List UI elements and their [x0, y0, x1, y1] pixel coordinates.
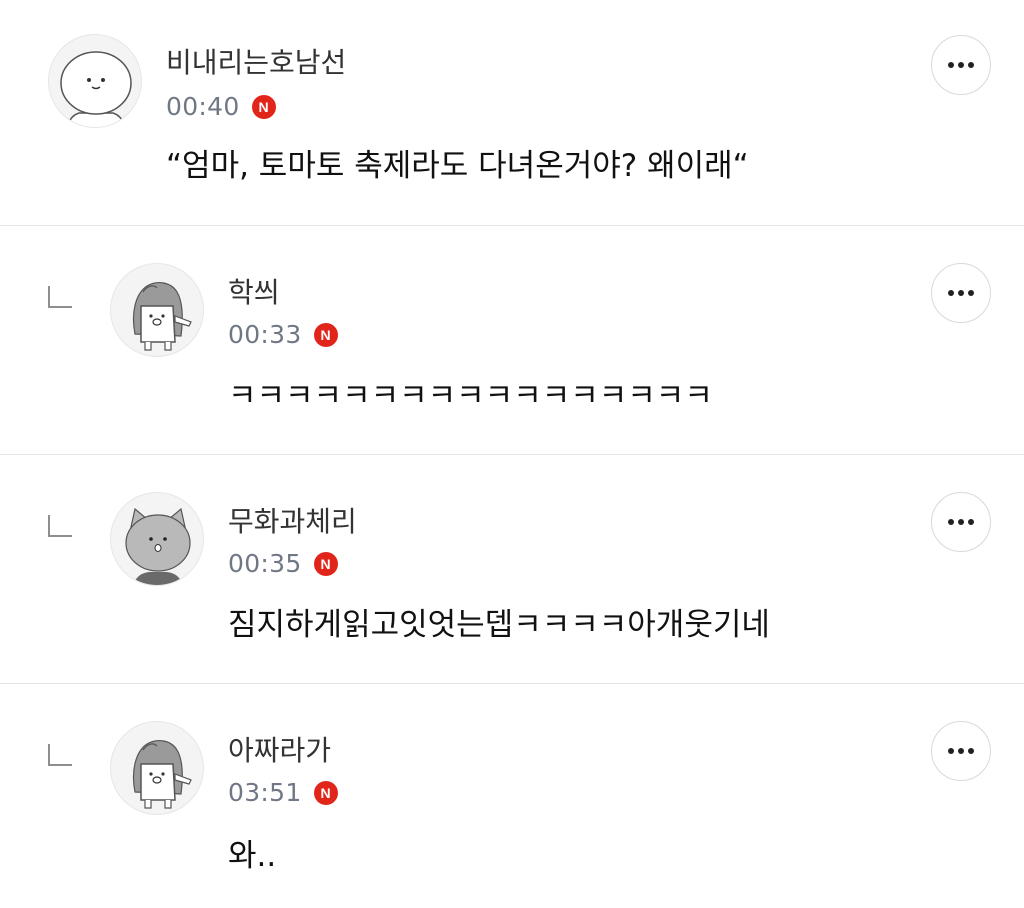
- comment-time: 00:35: [228, 549, 302, 578]
- more-horizontal-icon: [948, 62, 974, 68]
- comment-text: ㅋㅋㅋㅋㅋㅋㅋㅋㅋㅋㅋㅋㅋㅋㅋㅋㅋ: [228, 378, 713, 414]
- gray-cat-character-icon: [125, 507, 191, 585]
- new-badge-icon: N: [313, 552, 338, 576]
- more-horizontal-icon: [948, 748, 974, 754]
- white-round-character-icon: [60, 51, 132, 127]
- avatar[interactable]: [110, 492, 204, 586]
- comment-text: “엄마, 토마토 축제라도 다녀온거야? 왜이래“: [166, 148, 749, 184]
- avatar[interactable]: [110, 263, 204, 357]
- avatar[interactable]: [110, 721, 204, 815]
- comment-author[interactable]: 학씌: [228, 276, 280, 310]
- reply-indent-icon: [48, 515, 72, 537]
- more-options-button[interactable]: [931, 492, 991, 552]
- more-horizontal-icon: [948, 519, 974, 525]
- reply-item: 학씌 00:33 N ㅋㅋㅋㅋㅋㅋㅋㅋㅋㅋㅋㅋㅋㅋㅋㅋㅋ: [0, 226, 1024, 454]
- avatar[interactable]: [48, 34, 142, 128]
- comment-meta: 00:33 N: [228, 320, 338, 350]
- comment-item: 비내리는호남선 00:40 N “엄마, 토마토 축제라도 다녀온거야? 왜이래…: [0, 0, 1024, 226]
- more-horizontal-icon: [948, 290, 974, 296]
- reply-item: 아짜라가 03:51 N 와..: [0, 684, 1024, 908]
- new-badge-icon: N: [313, 781, 338, 805]
- reply-indent-icon: [48, 286, 72, 308]
- new-badge-icon: N: [251, 95, 276, 119]
- comment-author[interactable]: 아짜라가: [228, 734, 331, 768]
- comment-time: 00:40: [166, 92, 240, 121]
- new-badge-icon: N: [313, 323, 338, 347]
- comment-meta: 00:35 N: [228, 549, 338, 579]
- comment-meta: 03:51 N: [228, 778, 338, 808]
- reply-item: 무화과체리 00:35 N 짐지하게읽고잇엇는뎁ㅋㅋㅋㅋ아개웃기네: [0, 455, 1024, 683]
- more-options-button[interactable]: [931, 721, 991, 781]
- comment-author[interactable]: 비내리는호남선: [166, 46, 346, 80]
- comment-author[interactable]: 무화과체리: [228, 505, 357, 539]
- more-options-button[interactable]: [931, 35, 991, 95]
- more-options-button[interactable]: [931, 263, 991, 323]
- comment-time: 03:51: [228, 778, 302, 807]
- comment-text: 와..: [228, 838, 277, 874]
- comment-time: 00:33: [228, 320, 302, 349]
- reply-indent-icon: [48, 744, 72, 766]
- hooded-character-icon: [132, 282, 192, 351]
- comment-text: 짐지하게읽고잇엇는뎁ㅋㅋㅋㅋ아개웃기네: [228, 607, 770, 643]
- comment-meta: 00:40 N: [166, 92, 276, 122]
- hooded-character-icon: [132, 740, 192, 809]
